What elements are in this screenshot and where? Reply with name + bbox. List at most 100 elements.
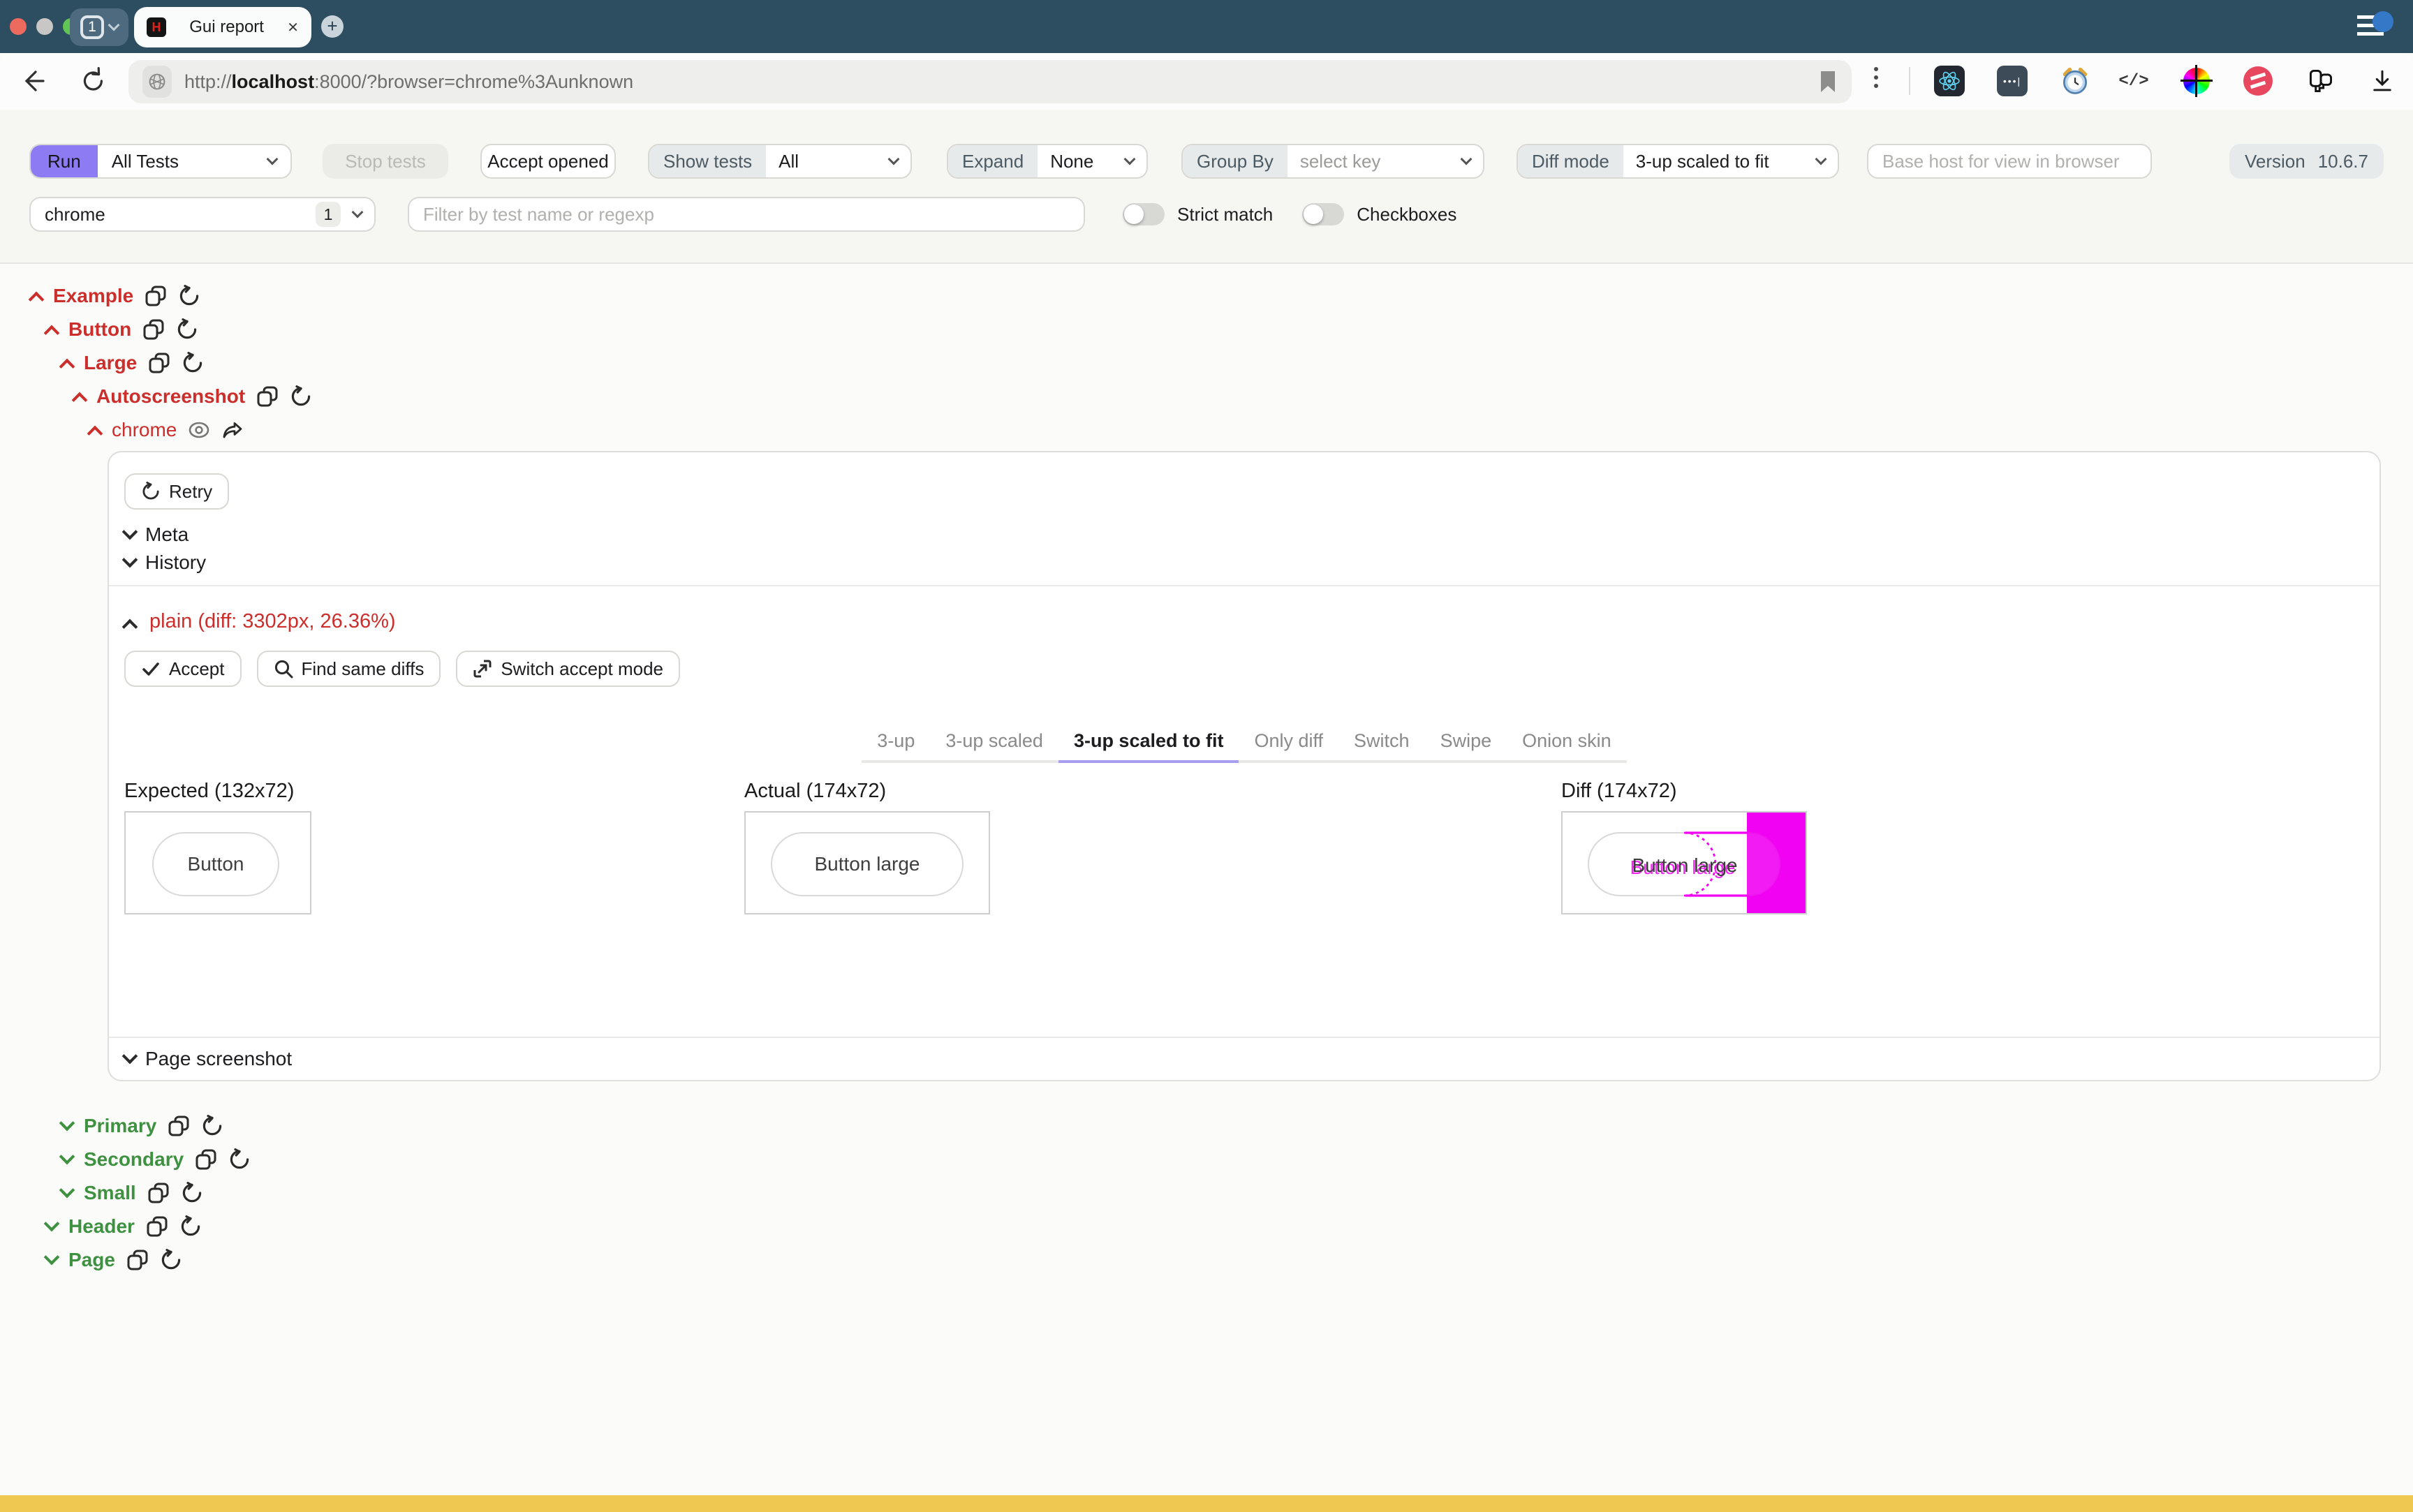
tree-item-chrome[interactable]: chrome <box>0 413 2413 447</box>
copy-icon[interactable] <box>126 1249 149 1271</box>
copy-icon[interactable] <box>195 1148 217 1171</box>
show-tests-select[interactable]: All <box>766 145 910 177</box>
find-same-diffs-button[interactable]: Find same diffs <box>257 651 441 687</box>
diff-screenshot[interactable]: Button large Button large <box>1561 811 1807 914</box>
tree-item-small[interactable]: Small <box>0 1176 2413 1210</box>
tab-only-diff[interactable]: Only diff <box>1239 725 1338 763</box>
chevron-up-icon[interactable] <box>59 359 75 375</box>
tree-item-label[interactable]: Button <box>68 318 131 341</box>
switch-accept-mode-button[interactable]: Switch accept mode <box>456 651 680 687</box>
chevron-down-icon[interactable] <box>59 1183 75 1199</box>
expand-select[interactable]: None <box>1038 145 1146 177</box>
tree-item-example[interactable]: Example <box>0 279 2413 313</box>
back-icon[interactable] <box>17 66 47 96</box>
eye-icon[interactable] <box>188 419 210 441</box>
stop-tests-button[interactable]: Stop tests <box>323 144 448 179</box>
retry-icon[interactable] <box>176 318 198 341</box>
tree-item-label[interactable]: chrome <box>112 419 177 441</box>
downloads-icon[interactable] <box>2367 66 2398 96</box>
url-bar[interactable]: http://localhost:8000/?browser=chrome%3A… <box>128 60 1852 103</box>
new-tab-button[interactable]: + <box>321 15 344 38</box>
browser-select[interactable]: chrome1 <box>29 197 376 232</box>
copy-icon[interactable] <box>256 385 279 408</box>
actual-screenshot[interactable]: Button large <box>744 811 990 914</box>
red-extension-icon[interactable] <box>2243 66 2273 96</box>
retry-icon[interactable] <box>228 1148 251 1171</box>
tab-counter-button[interactable]: 1 <box>70 8 128 46</box>
tree-item-label[interactable]: Page <box>68 1249 115 1271</box>
tree-item-label[interactable]: Small <box>84 1182 136 1204</box>
run-scope-select[interactable]: All Tests <box>98 145 290 177</box>
tab-switch[interactable]: Switch <box>1338 725 1425 763</box>
copy-icon[interactable] <box>146 1215 168 1238</box>
browser-tab[interactable]: H Gui report ✕ <box>134 7 311 47</box>
expected-screenshot[interactable]: Button <box>124 811 311 914</box>
chevron-up-icon[interactable] <box>29 292 45 308</box>
chevron-down-icon[interactable] <box>59 1116 75 1132</box>
diff-mode-select[interactable]: 3-up scaled to fit <box>1623 145 1838 177</box>
tree-item-page[interactable]: Page <box>0 1243 2413 1277</box>
alarm-clock-extension-icon[interactable] <box>2060 66 2090 96</box>
window-controls[interactable] <box>10 18 80 35</box>
test-filter-input[interactable] <box>408 197 1085 232</box>
chevron-up-icon[interactable] <box>72 392 88 408</box>
password-manager-extension-icon[interactable]: •••| <box>1997 66 2028 96</box>
retry-icon[interactable] <box>182 352 204 374</box>
reload-icon[interactable] <box>78 66 109 96</box>
accept-button[interactable]: Accept <box>124 651 242 687</box>
copy-icon[interactable] <box>148 352 170 374</box>
base-host-input[interactable] <box>1867 144 2152 179</box>
tree-item-primary[interactable]: Primary <box>0 1109 2413 1143</box>
url-actions-kebab-icon[interactable] <box>1874 67 1880 92</box>
profile-menu-icon[interactable] <box>2357 14 2393 39</box>
meta-section-toggle[interactable]: Meta <box>124 521 2379 549</box>
tree-item-autoscreenshot[interactable]: Autoscreenshot <box>0 380 2413 413</box>
chevron-up-icon[interactable] <box>44 325 60 341</box>
copy-icon[interactable] <box>142 318 165 341</box>
tree-item-large[interactable]: Large <box>0 346 2413 380</box>
copy-icon[interactable] <box>145 285 167 307</box>
tab-3-up[interactable]: 3-up <box>862 725 930 763</box>
copy-icon[interactable] <box>147 1182 170 1204</box>
tree-item-label[interactable]: Header <box>68 1215 135 1238</box>
retry-test-button[interactable]: Retry <box>124 473 229 510</box>
tree-item-button[interactable]: Button <box>0 313 2413 346</box>
chevron-up-icon[interactable] <box>87 426 103 442</box>
page-screenshot-toggle[interactable]: Page screenshot <box>124 1045 2379 1073</box>
bookmark-icon[interactable] <box>1818 70 1838 94</box>
code-extension-icon[interactable]: </> <box>2118 66 2149 96</box>
tree-item-header[interactable]: Header <box>0 1210 2413 1243</box>
react-devtools-extension-icon[interactable] <box>1934 66 1965 96</box>
retry-icon[interactable] <box>160 1249 182 1271</box>
checkboxes-toggle[interactable] <box>1302 203 1344 225</box>
tab-swipe[interactable]: Swipe <box>1425 725 1507 763</box>
minimize-window-button[interactable] <box>36 18 53 35</box>
state-plain-toggle[interactable]: plain (diff: 3302px, 26.36%) <box>124 606 2379 637</box>
tree-item-label[interactable]: Primary <box>84 1115 156 1137</box>
close-window-button[interactable] <box>10 18 27 35</box>
chevron-down-icon[interactable] <box>59 1149 75 1165</box>
tree-item-label[interactable]: Autoscreenshot <box>96 385 245 408</box>
retry-icon[interactable] <box>179 1215 202 1238</box>
accept-opened-button[interactable]: Accept opened <box>480 144 616 179</box>
retry-icon[interactable] <box>201 1115 223 1137</box>
tab-3-up-scaled[interactable]: 3-up scaled <box>930 725 1058 763</box>
copy-icon[interactable] <box>168 1115 190 1137</box>
retry-icon[interactable] <box>181 1182 203 1204</box>
retry-icon[interactable] <box>290 385 312 408</box>
tab-onion-skin[interactable]: Onion skin <box>1507 725 1627 763</box>
color-wheel-extension-icon[interactable] <box>2181 66 2212 96</box>
share-icon[interactable] <box>221 419 244 441</box>
tree-item-label[interactable]: Secondary <box>84 1148 184 1171</box>
tree-item-label[interactable]: Example <box>53 285 133 307</box>
chevron-down-icon[interactable] <box>44 1250 60 1266</box>
password-key-extension-icon[interactable] <box>2305 66 2336 96</box>
tab-3-up-scaled-to-fit[interactable]: 3-up scaled to fit <box>1058 725 1239 763</box>
tree-item-secondary[interactable]: Secondary <box>0 1143 2413 1176</box>
run-button[interactable]: Run <box>31 145 98 177</box>
site-info-chip[interactable] <box>142 66 172 98</box>
history-section-toggle[interactable]: History <box>124 549 2379 577</box>
chevron-down-icon[interactable] <box>44 1216 60 1232</box>
retry-icon[interactable] <box>178 285 200 307</box>
group-by-select[interactable]: select key <box>1287 145 1483 177</box>
